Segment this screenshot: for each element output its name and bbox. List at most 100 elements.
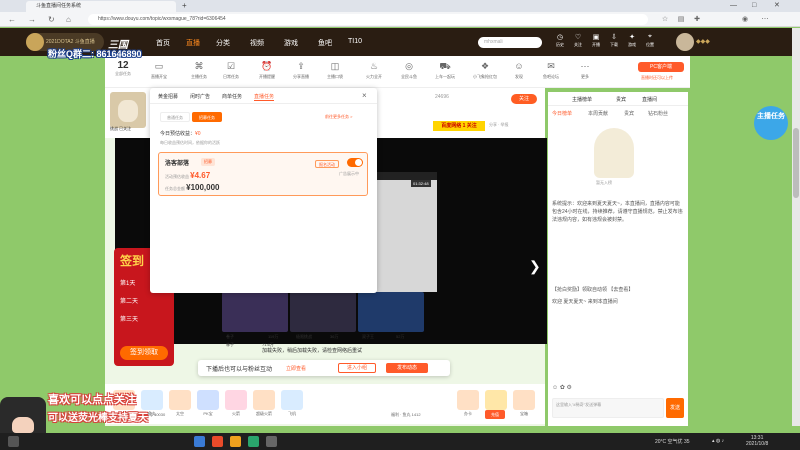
reward-line[interactable]: 【抢白奖励】领取自动领 【去查看】 — [552, 286, 633, 293]
taskbar-app-1[interactable] — [194, 436, 205, 447]
gift-slot-10[interactable]: 宝箱 — [513, 390, 535, 416]
download-icon[interactable]: ⇩ 下载 — [607, 33, 621, 48]
chat-input[interactable]: 这里输入"#稀奇"发送弹幕 — [552, 398, 664, 418]
taskbar-app-2[interactable] — [212, 436, 223, 447]
system-tray[interactable]: ▴ ◍ ♪ — [712, 438, 724, 444]
tab-business[interactable]: 商单任务 — [222, 93, 242, 100]
task-item-more[interactable]: ⋯ 更多 — [571, 60, 599, 80]
home-icon[interactable]: ⌂ — [66, 14, 71, 25]
follow-icon[interactable]: ♡ 关注 — [571, 33, 585, 48]
nav-home[interactable]: 首页 — [156, 38, 170, 48]
close-icon[interactable]: × — [362, 91, 367, 100]
task-item-redpacket[interactable]: ❖ 小飞象抢红包 — [471, 60, 499, 80]
task-card[interactable]: 洛客部落 招募 活动预估收益 ¥4.67 任务总金额 ¥100,000 报名活动… — [158, 152, 368, 196]
nav-game[interactable]: 游戏 — [284, 38, 298, 48]
gift-slot-5[interactable]: 火箭 — [225, 390, 247, 416]
task-item-carpool[interactable]: ⛟ 上车一起玩 — [431, 60, 459, 80]
task-item-fire[interactable]: ♨ 火力全开 — [360, 60, 388, 80]
maximize-button[interactable]: □ — [752, 1, 756, 11]
tab-diamond[interactable]: 钻石粉丝 — [648, 110, 668, 117]
sign-in-button[interactable]: 签到领取 — [120, 346, 168, 360]
share-report-row[interactable]: 分享 · 举报 — [489, 122, 509, 128]
game-icon[interactable]: ✦ 游戏 — [625, 33, 639, 48]
task-item-daily[interactable]: ☑ 日常任务 — [217, 60, 245, 80]
nav-live[interactable]: 直播 — [186, 38, 200, 48]
pc-client-promo[interactable]: PC客户端 — [638, 62, 684, 72]
send-button[interactable]: 发送 — [666, 398, 684, 418]
taskbar-app-3[interactable] — [230, 436, 241, 447]
tab-live-task[interactable]: 直播任务 — [254, 93, 275, 101]
close-window-button[interactable]: ✕ — [774, 1, 780, 11]
nav-category[interactable]: 分类 — [216, 38, 230, 48]
profile-icon[interactable]: ◉ — [740, 14, 750, 25]
recommend-thumb-3[interactable] — [358, 292, 424, 332]
streamer-avatar[interactable] — [110, 92, 146, 128]
recommend-thumb-2[interactable] — [290, 292, 356, 332]
taskbar-app-5[interactable] — [266, 436, 277, 447]
history-icon[interactable]: ◷ 历史 — [553, 33, 567, 48]
scrollbar-thumb[interactable] — [793, 128, 799, 198]
task-item-discover[interactable]: ☺ 发现 — [505, 60, 533, 80]
next-arrow-icon[interactable]: ❯ — [529, 258, 541, 275]
task-item-treasure[interactable]: ▭ 直播开宝 — [145, 60, 173, 80]
more-tasks-link[interactable]: 前往更多任务 > — [325, 114, 352, 120]
signup-button[interactable]: 报名活动 — [315, 160, 339, 168]
sub-tab-normal[interactable]: 普通任务 — [160, 112, 190, 122]
sub-tab-recruit[interactable]: 招募任务 — [192, 112, 222, 122]
gift-icon[interactable]: ✿ — [560, 385, 565, 391]
join-group-button[interactable]: 进入小组 — [338, 363, 376, 373]
task-item-reminder[interactable]: ⏰ 开播提醒 — [253, 60, 281, 80]
start-icon[interactable] — [8, 436, 19, 447]
weather-widget[interactable]: 20°C 空气优 35 — [655, 438, 690, 445]
new-tab-button[interactable]: + — [182, 1, 187, 11]
task-item-pocket[interactable]: ◫ 主播口袋 — [321, 60, 349, 80]
recommend-thumb-1[interactable] — [222, 292, 288, 332]
star-icon[interactable]: ☆ — [660, 14, 670, 25]
ad-strip[interactable]: 百度网络 1 关注 — [433, 121, 485, 131]
tab-gold[interactable]: 黄金招募 — [158, 93, 178, 100]
broadcast-icon[interactable]: ▣ 开播 — [589, 33, 603, 48]
settings-icon[interactable]: ⚙ — [567, 385, 572, 391]
user-avatar[interactable] — [676, 33, 694, 51]
tab-today-rank[interactable]: 今日榜单 — [552, 110, 572, 117]
post-update-button[interactable]: 发布动态 — [386, 363, 428, 373]
ranking-header-anchor[interactable]: 主播榜单 — [572, 96, 592, 103]
forward-icon[interactable]: → — [28, 14, 36, 25]
nav-video[interactable]: 视频 — [250, 38, 264, 48]
url-input[interactable]: https://www.douyu.com/topic/wxxmague_78?… — [88, 14, 648, 25]
collections-icon[interactable]: ▤ — [676, 14, 686, 25]
task-item-anchor[interactable]: ⌘ 主播任务 — [185, 60, 213, 80]
task-item-douyu[interactable]: ◎ 全民斗鱼 — [395, 60, 423, 80]
extensions-icon[interactable]: ✚ — [692, 14, 702, 25]
nav-yuba[interactable]: 鱼吧 — [318, 38, 332, 48]
recharge-button[interactable]: 充值 — [485, 410, 505, 419]
location-icon[interactable]: ⌖ 位置 — [643, 33, 657, 48]
anchor-task-badge[interactable]: 主播任务 — [754, 106, 788, 140]
taskbar-app-4[interactable] — [248, 436, 259, 447]
back-icon[interactable]: ← — [8, 14, 16, 25]
browser-tab[interactable]: 斗鱼直播间任务系统 — [26, 1, 176, 12]
gift-slot-6[interactable]: 超级火箭 — [253, 390, 275, 416]
page-scrollbar[interactable] — [792, 28, 800, 426]
nav-ti10[interactable]: TI10 — [348, 38, 362, 45]
gift-slot-9[interactable]: 粉丝牌 — [485, 390, 507, 416]
task-item-forum[interactable]: ✉ 鱼吧论坛 — [537, 60, 565, 80]
tab-vip[interactable]: 贵宾 — [624, 110, 634, 117]
task-item-share[interactable]: ⇪ 分享直播 — [287, 60, 315, 80]
gift-slot-7[interactable]: 飞机 — [281, 390, 303, 416]
tab-week-rank[interactable]: 本周贡献 — [588, 110, 608, 117]
tab-idle-ad[interactable]: 闲时广告 — [190, 93, 210, 100]
prompt-link[interactable]: 立即查看 — [286, 365, 306, 372]
task-count[interactable]: 12 全部任务 — [113, 60, 133, 77]
gift-slot-8[interactable]: 办卡 — [457, 390, 479, 416]
search-input[interactable]: mhxmali — [478, 37, 542, 48]
minimize-button[interactable]: — — [730, 1, 737, 11]
ad-toggle[interactable] — [347, 158, 363, 167]
ranking-header-room[interactable]: 直播间 — [642, 96, 657, 103]
emoji-icon[interactable]: ☺ — [552, 385, 558, 391]
refresh-icon[interactable]: ↻ — [48, 14, 55, 25]
clock[interactable]: 13:31 2021/10/8 — [746, 435, 768, 447]
follow-button[interactable]: 关注 — [511, 94, 537, 104]
menu-icon[interactable]: ⋯ — [760, 14, 770, 25]
ranking-header-vip[interactable]: 贵宾 — [616, 96, 626, 103]
